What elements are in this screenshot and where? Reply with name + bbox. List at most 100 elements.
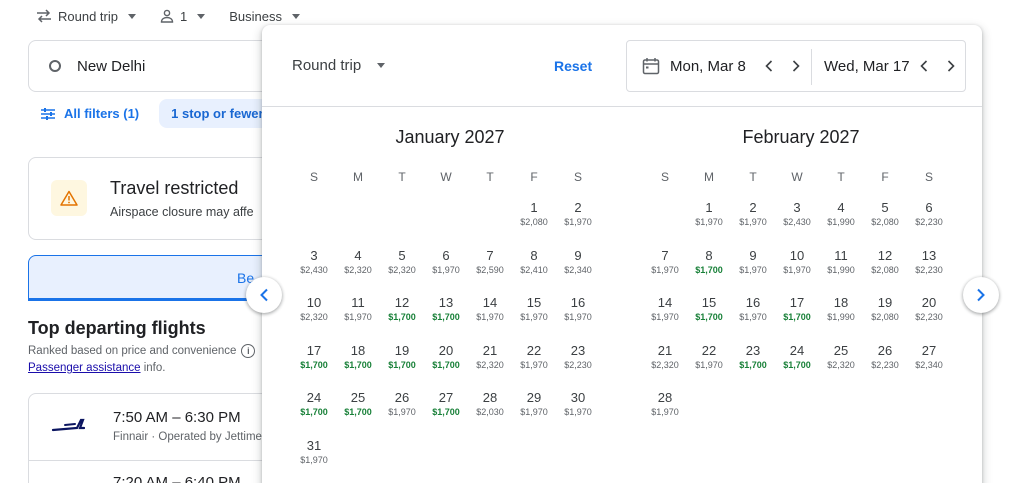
calendar-day[interactable]: 5 $2,320 [380, 248, 424, 288]
calendar-day[interactable]: 8 $1,700 [687, 248, 731, 288]
calendar-day[interactable]: 14 $1,970 [468, 295, 512, 335]
calendar-day[interactable]: 28 $2,030 [468, 390, 512, 430]
calendar-day[interactable]: 24 $1,700 [292, 390, 336, 430]
calendar-day[interactable]: 26 $2,230 [863, 343, 907, 383]
calendar-day[interactable]: 22 $1,970 [512, 343, 556, 383]
calendar-day[interactable]: 23 $1,700 [731, 343, 775, 383]
calendar-day[interactable]: 1 $1,970 [687, 200, 731, 240]
calendar-day[interactable]: 21 $2,320 [643, 343, 687, 383]
day-price: $1,700 [300, 359, 328, 370]
chevron-down-icon [377, 63, 386, 68]
calendar-day[interactable]: 18 $1,700 [336, 343, 380, 383]
calendar-day[interactable]: 4 $1,990 [819, 200, 863, 240]
calendar-day[interactable]: 26 $1,970 [380, 390, 424, 430]
calendar-day[interactable]: 20 $1,700 [424, 343, 468, 383]
departure-date-field[interactable]: Mon, Mar 8 [670, 58, 746, 75]
next-month-button[interactable] [963, 277, 999, 313]
calendar-day[interactable]: 12 $2,080 [863, 248, 907, 288]
calendar-day[interactable]: 1 $2,080 [512, 200, 556, 240]
calendar-day[interactable]: 9 $2,340 [556, 248, 600, 288]
day-price: $2,320 [344, 264, 372, 275]
calendar-day[interactable]: 24 $1,700 [775, 343, 819, 383]
passengers-select[interactable]: 1 [160, 9, 206, 24]
day-price: $1,970 [739, 217, 767, 227]
day-number: 5 [881, 200, 889, 215]
calendar-day[interactable]: 8 $2,410 [512, 248, 556, 288]
calendar-day[interactable]: 31 $1,970 [292, 438, 336, 478]
day-number: 19 [394, 342, 410, 358]
info-icon[interactable]: i [241, 344, 256, 358]
calendar-day[interactable]: 10 $1,970 [775, 248, 819, 288]
day-number: 23 [570, 342, 586, 358]
calendar-day[interactable]: 17 $1,700 [292, 343, 336, 383]
chevron-left-icon [260, 288, 268, 302]
calendar-day[interactable]: 22 $1,970 [687, 343, 731, 383]
calendar-day[interactable]: 3 $2,430 [775, 200, 819, 240]
calendar-day[interactable]: 7 $2,590 [468, 248, 512, 288]
return-date-field[interactable]: Wed, Mar 17 [824, 58, 910, 75]
calendar-day[interactable]: 27 $1,700 [424, 390, 468, 430]
calendar-day[interactable]: 28 $1,970 [643, 390, 687, 430]
cabin-class-select[interactable]: Business [229, 9, 300, 24]
calendar-day[interactable]: 14 $1,970 [643, 295, 687, 335]
trip-type-select[interactable]: Round trip [36, 9, 136, 24]
day-number: 10 [306, 295, 322, 311]
calendar-day[interactable]: 25 $1,700 [336, 390, 380, 430]
departure-prev-chevron-icon[interactable] [762, 59, 776, 73]
day-price: $1,700 [695, 264, 723, 275]
calendar-day[interactable]: 10 $2,320 [292, 295, 336, 335]
day-number: 8 [705, 247, 713, 263]
calendar-day[interactable]: 18 $1,990 [819, 295, 863, 335]
reset-button[interactable]: Reset [554, 58, 592, 74]
calendar-day[interactable]: 20 $2,230 [907, 295, 951, 335]
picker-trip-type-select[interactable]: Round trip [292, 57, 386, 74]
calendar-day[interactable]: 25 $2,320 [819, 343, 863, 383]
calendar-day[interactable]: 15 $1,970 [512, 295, 556, 335]
assistance-suffix: info. [140, 362, 166, 374]
calendar-month-1: February 2027 S M T W T F S 1 $1,970 2 $1,970 3 $2,… [643, 125, 959, 417]
calendar-day[interactable]: 17 $1,700 [775, 295, 819, 335]
calendar-day[interactable]: 29 $1,970 [512, 390, 556, 430]
month-title: January 2027 [395, 127, 505, 147]
day-price: $1,970 [520, 407, 548, 418]
return-next-chevron-icon[interactable] [944, 59, 958, 73]
calendar-day[interactable]: 15 $1,700 [687, 295, 731, 335]
day-price: $1,970 [695, 359, 723, 370]
chevron-down-icon [291, 13, 300, 19]
calendar-day[interactable]: 27 $2,340 [907, 343, 951, 383]
calendar-day[interactable]: 3 $2,430 [292, 248, 336, 288]
calendar-day[interactable]: 16 $1,970 [556, 295, 600, 335]
assistance-line: Passenger assistance info. [28, 362, 165, 374]
passenger-assistance-link[interactable]: Passenger assistance [28, 362, 141, 374]
calendar-day[interactable]: 11 $1,970 [336, 295, 380, 335]
calendar-day[interactable]: 6 $1,970 [424, 248, 468, 288]
calendar-day[interactable]: 23 $2,230 [556, 343, 600, 383]
calendar-day[interactable]: 13 $1,700 [424, 295, 468, 335]
calendar-day[interactable]: 4 $2,320 [336, 248, 380, 288]
calendar-day[interactable]: 2 $1,970 [556, 200, 600, 240]
calendar-day[interactable]: 16 $1,970 [731, 295, 775, 335]
calendar-day[interactable]: 11 $1,990 [819, 248, 863, 288]
calendar-day[interactable]: 6 $2,230 [907, 200, 951, 240]
calendar-day[interactable]: 19 $2,080 [863, 295, 907, 335]
previous-month-button[interactable] [246, 277, 282, 313]
day-price: $1,970 [344, 312, 372, 323]
calendar-day[interactable]: 13 $2,230 [907, 248, 951, 288]
calendar-day[interactable]: 2 $1,970 [731, 200, 775, 240]
calendar-day[interactable]: 9 $1,970 [731, 248, 775, 288]
section-subtitle: Ranked based on price and convenience i [28, 344, 256, 358]
day-price: $2,410 [520, 264, 548, 275]
date-picker-dialog: Round trip Reset Mon, Mar 8 Wed, Mar 17 … [262, 25, 982, 483]
day-number: 11 [351, 295, 365, 311]
day-number: 16 [745, 295, 761, 311]
all-filters-button[interactable]: All filters (1) [40, 106, 139, 121]
calendar-day[interactable]: 7 $1,970 [643, 248, 687, 288]
stops-filter-chip[interactable]: 1 stop or fewer [159, 99, 276, 128]
calendar-day[interactable]: 12 $1,700 [380, 295, 424, 335]
return-prev-chevron-icon[interactable] [917, 59, 931, 73]
departure-next-chevron-icon[interactable] [789, 59, 803, 73]
calendar-day[interactable]: 21 $2,320 [468, 343, 512, 383]
calendar-day[interactable]: 30 $1,970 [556, 390, 600, 430]
calendar-day[interactable]: 5 $2,080 [863, 200, 907, 240]
calendar-day[interactable]: 19 $1,700 [380, 343, 424, 383]
